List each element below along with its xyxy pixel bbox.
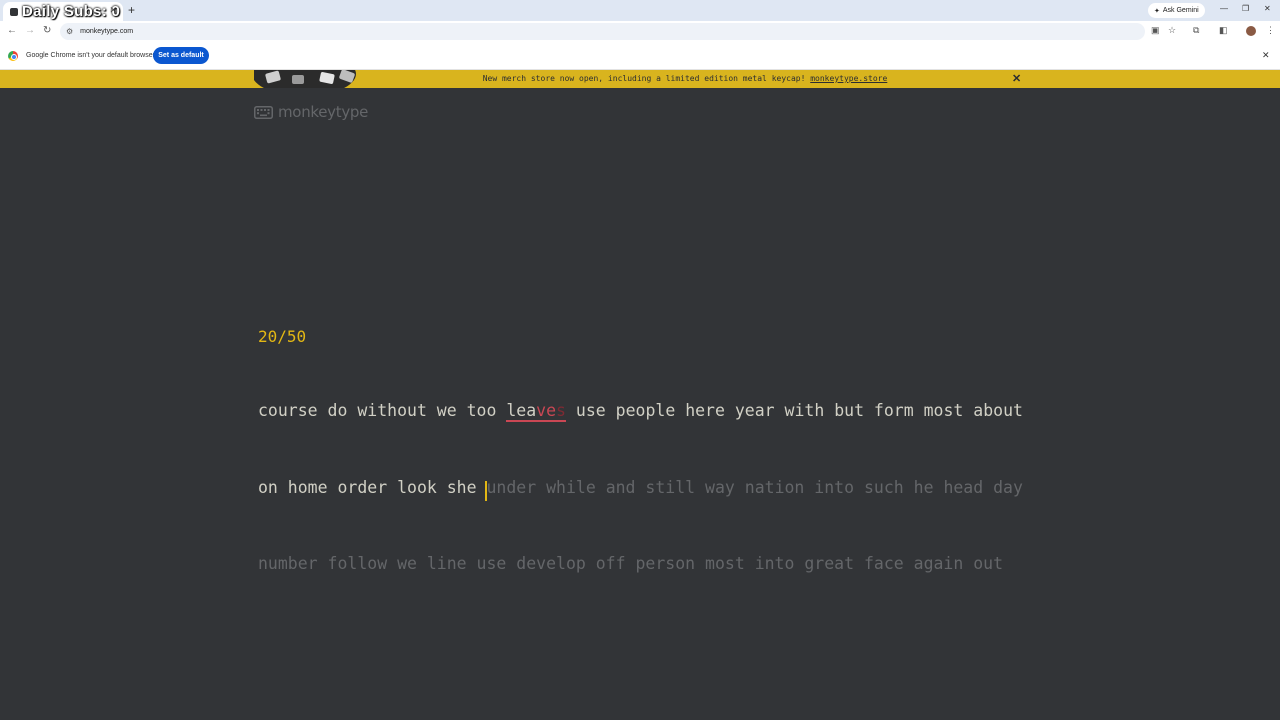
profile-avatar[interactable] (1246, 26, 1256, 36)
words-line-3: number follow we line use develop off pe… (258, 551, 1018, 577)
merch-store-link[interactable]: monkeytype.store (810, 74, 887, 83)
words-line-2: on home order look she under while and s… (258, 475, 1023, 501)
error-word: leaves (506, 401, 566, 422)
typing-caret (485, 480, 488, 501)
browser-tab[interactable]: Daily Subs: 0 ✕ (3, 2, 123, 21)
ask-gemini-label: Ask Gemini (1162, 7, 1199, 14)
window-close-icon[interactable]: ✕ (1264, 4, 1271, 13)
typing-test-words[interactable]: course do without we too leaves use peop… (258, 347, 1023, 628)
banner-text: New merch store now open, including a li… (0, 74, 1280, 83)
current-word: u (485, 477, 497, 501)
restore-icon[interactable]: ❐ (1242, 4, 1249, 13)
menu-kebab-icon[interactable]: ⋮ (1266, 25, 1275, 36)
address-bar[interactable]: ⚙ monkeytype.com (60, 23, 1145, 40)
gemini-sparkle-icon: ✦ (1154, 7, 1160, 15)
monkeytype-logo[interactable]: monkeytype (254, 102, 368, 122)
logo-text: monkeytype (278, 103, 369, 121)
merch-banner: New merch store now open, including a li… (0, 70, 1280, 88)
banner-close-icon[interactable]: ✕ (1012, 72, 1021, 85)
monkeytype-favicon-icon (10, 7, 18, 16)
typed-words: use people here year with but form most … (575, 401, 1023, 420)
error-word-wrong-part: ve (536, 401, 557, 420)
error-word-correct-part: lea (506, 401, 537, 420)
typed-words: on home order look she (258, 477, 477, 497)
site-info-icon[interactable]: ⚙ (66, 27, 73, 36)
default-browser-infobar: Google Chrome isn't your default browser… (0, 42, 1280, 70)
url-text: monkeytype.com (80, 28, 134, 35)
chrome-logo-icon (8, 51, 18, 61)
upcoming-words: nder while and still way nation into suc… (496, 477, 1023, 497)
typed-words: course do without we too (258, 401, 497, 420)
extensions-icon[interactable]: ⧉ (1193, 25, 1199, 36)
minimize-icon[interactable]: — (1220, 4, 1228, 13)
new-tab-icon[interactable]: + (128, 3, 135, 17)
bookmark-star-icon[interactable]: ☆ (1168, 25, 1176, 36)
browser-tab-strip: Daily Subs: 0 ✕ + ✦ Ask Gemini — ❐ ✕ (0, 0, 1280, 21)
current-char: u (486, 477, 497, 497)
words-line-1: course do without we too leaves use peop… (258, 398, 1023, 424)
word-counter: 20/50 (258, 327, 307, 346)
back-icon[interactable]: ← (7, 25, 17, 36)
monkeytype-page: New merch store now open, including a li… (0, 70, 1280, 720)
reload-icon[interactable]: ↻ (43, 25, 51, 36)
error-word-untyped-part: s (556, 401, 566, 420)
side-panel-icon[interactable]: ◧ (1219, 25, 1228, 36)
tab-close-icon[interactable]: ✕ (109, 5, 117, 16)
tab-title: Daily Subs: 0 (22, 3, 121, 20)
set-as-default-button[interactable]: Set as default (153, 47, 209, 64)
keyboard-logo-icon (254, 105, 273, 119)
upcoming-words: number follow we line use develop off pe… (258, 554, 1004, 573)
forward-icon[interactable]: → (25, 25, 35, 36)
infobar-close-icon[interactable]: ✕ (1262, 50, 1270, 61)
browser-toolbar: ← → ↻ ⚙ monkeytype.com ▣ ☆ ⧉ ◧ ⋮ (0, 21, 1280, 42)
install-app-icon[interactable]: ▣ (1151, 25, 1160, 36)
infobar-message: Google Chrome isn't your default browser (26, 52, 155, 59)
ask-gemini-button[interactable]: ✦ Ask Gemini (1148, 3, 1205, 18)
banner-message: New merch store now open, including a li… (482, 74, 806, 83)
